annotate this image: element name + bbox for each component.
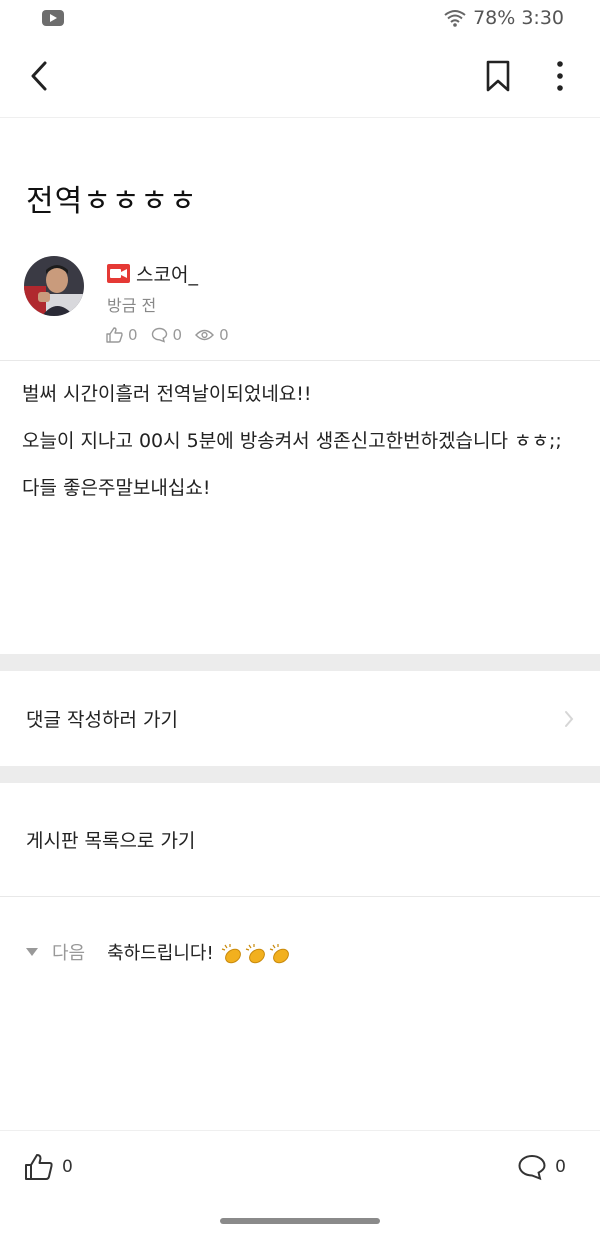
comment-stat: 0 [151, 326, 183, 344]
bottom-action-bar: 0 0 [0, 1130, 600, 1202]
view-stat: 0 [195, 326, 229, 344]
body-paragraph: 벌써 시간이흘러 전역날이되었네요!! [22, 383, 312, 405]
camera-badge-icon [107, 263, 130, 283]
clap-icon [270, 944, 290, 964]
more-options-button[interactable] [540, 56, 580, 96]
thumbs-up-icon [106, 327, 123, 343]
like-count: 0 [128, 326, 138, 344]
clock: 3:30 [521, 7, 564, 29]
section-gap [0, 766, 600, 783]
list-divider [0, 896, 600, 897]
wifi-icon [444, 10, 466, 27]
chevron-right-icon [565, 710, 574, 727]
like-button[interactable]: 0 [24, 1151, 73, 1183]
bottom-like-count: 0 [62, 1157, 73, 1177]
comment-button[interactable]: 0 [517, 1151, 566, 1183]
thumbs-up-icon [25, 1154, 53, 1180]
post-stats: 0 0 0 [106, 325, 235, 345]
comment-bubble-icon [151, 327, 167, 343]
next-post-label: 다음 [52, 943, 86, 964]
board-list-link[interactable]: 게시판 목록으로 가기 [0, 783, 600, 895]
header-divider [0, 360, 600, 361]
section-gap [0, 654, 600, 671]
post-body: 벌써 시간이흘러 전역날이되었네요!! 오늘이 지나고 00시 5분에 방송켜서… [22, 380, 582, 521]
write-comment-link[interactable]: 댓글 작성하러 가기 [0, 671, 600, 766]
author-name: 스코어_ [136, 263, 198, 286]
view-count: 0 [219, 326, 229, 344]
post-time: 방금 전 [107, 296, 157, 315]
body-paragraph: 오늘이 지나고 00시 5분에 방송켜서 생존신고한번하겠습니다 ㅎㅎ;; [22, 430, 562, 452]
more-vertical-icon [557, 61, 563, 91]
battery-percent: 78% [473, 7, 516, 29]
body-paragraph: 다들 좋은주말보내십쇼! [22, 477, 211, 499]
next-post-title: 축하드립니다! [107, 939, 291, 965]
bookmark-button[interactable] [478, 56, 518, 96]
bookmark-icon [486, 60, 510, 92]
next-post-row[interactable]: 다음 축하드립니다! [26, 938, 291, 966]
clap-icon [246, 944, 266, 964]
eye-icon [195, 329, 215, 341]
status-indicators: 78% 3:30 [443, 6, 564, 30]
clap-icon [222, 944, 242, 964]
home-indicator[interactable] [220, 1218, 380, 1224]
board-list-label: 게시판 목록으로 가기 [26, 829, 196, 852]
app-bar [0, 36, 600, 118]
post-detail-screen: 78% 3:30 전역ㅎㅎㅎㅎ 스코어_ 방금 전 0 0 0 벌써 시간이흘러… [0, 0, 600, 1233]
author-row[interactable]: 스코어_ [107, 258, 198, 288]
avatar-image [24, 256, 84, 316]
youtube-icon [42, 10, 64, 26]
like-stat: 0 [106, 326, 138, 344]
comment-count: 0 [172, 326, 183, 344]
chevron-left-icon [31, 61, 47, 91]
next-post-title-text: 축하드립니다! [107, 943, 214, 964]
comment-bubble-icon [518, 1154, 546, 1181]
author-avatar[interactable] [24, 256, 84, 316]
bottom-comment-count: 0 [555, 1157, 566, 1177]
status-bar: 78% 3:30 [0, 0, 600, 36]
back-button[interactable] [20, 56, 60, 96]
write-comment-label: 댓글 작성하러 가기 [26, 709, 178, 731]
post-title: 전역ㅎㅎㅎㅎ [26, 184, 198, 219]
caret-down-icon [26, 948, 38, 956]
